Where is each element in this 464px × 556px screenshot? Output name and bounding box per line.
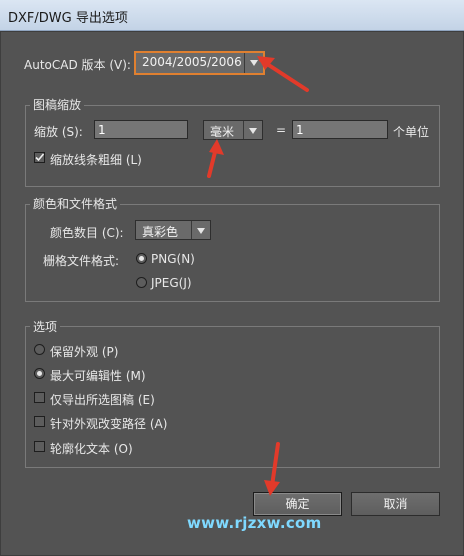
- raster-format-label: 栅格文件格式:: [43, 254, 120, 268]
- autocad-version-dropdown[interactable]: 2004/2005/2006: [135, 52, 264, 74]
- color-count-dropdown[interactable]: 真彩色: [135, 220, 211, 240]
- watermark-text: www.rjzxw.com: [187, 514, 322, 532]
- color-count-value: 真彩色: [142, 225, 179, 239]
- units-input-value: 1: [296, 123, 304, 137]
- chevron-down-icon: [243, 121, 262, 139]
- annotation-arrow-icon: [264, 442, 280, 496]
- alter-paths-checkbox[interactable]: [34, 416, 45, 427]
- outline-text-checkbox[interactable]: [34, 441, 45, 452]
- color-format-title: 颜色和文件格式: [30, 195, 121, 212]
- max-editability-label[interactable]: 最大可编辑性 (M): [50, 367, 146, 384]
- jpeg-label[interactable]: JPEG(J): [151, 276, 192, 290]
- scale-input-value: 1: [98, 123, 106, 137]
- preserve-appearance-radio[interactable]: [34, 344, 45, 355]
- window-title: DXF/DWG 导出选项: [8, 11, 128, 26]
- png-label[interactable]: PNG(N): [151, 252, 195, 266]
- color-count-label: 颜色数目 (C):: [50, 226, 124, 240]
- autocad-version-label: AutoCAD 版本 (V):: [24, 58, 131, 72]
- options-title: 选项: [30, 318, 61, 335]
- checkmark-icon: [35, 153, 45, 162]
- max-editability-radio[interactable]: [34, 368, 45, 379]
- outline-text-label[interactable]: 轮廓化文本 (O): [50, 440, 133, 457]
- annotation-arrow-icon: [257, 56, 309, 92]
- export-selected-checkbox[interactable]: [34, 392, 45, 403]
- cancel-button[interactable]: 取消: [351, 492, 440, 516]
- chevron-down-icon: [191, 221, 210, 239]
- jpeg-radio[interactable]: [136, 277, 147, 288]
- equals-sign: =: [276, 123, 287, 137]
- unit-dropdown[interactable]: 毫米: [203, 120, 263, 140]
- export-selected-label[interactable]: 仅导出所选图稿 (E): [50, 391, 155, 408]
- units-suffix: 个单位: [393, 125, 430, 139]
- scale-input[interactable]: 1: [94, 120, 188, 139]
- autocad-version-value: 2004/2005/2006: [142, 55, 242, 69]
- preserve-appearance-label[interactable]: 保留外观 (P): [50, 343, 118, 360]
- artwork-scale-group: [25, 105, 440, 187]
- scale-label: 缩放 (S):: [34, 125, 83, 139]
- annotation-arrow-icon: [207, 139, 224, 178]
- units-input[interactable]: 1: [292, 120, 388, 139]
- artwork-scale-title: 图稿缩放: [30, 96, 85, 113]
- png-radio[interactable]: [136, 253, 147, 264]
- alter-paths-label[interactable]: 针对外观改变路径 (A): [50, 415, 167, 432]
- scale-lines-label[interactable]: 缩放线条粗细 (L): [50, 151, 142, 168]
- scale-lines-checkbox[interactable]: [34, 152, 45, 163]
- title-bar: DXF/DWG 导出选项: [0, 0, 464, 31]
